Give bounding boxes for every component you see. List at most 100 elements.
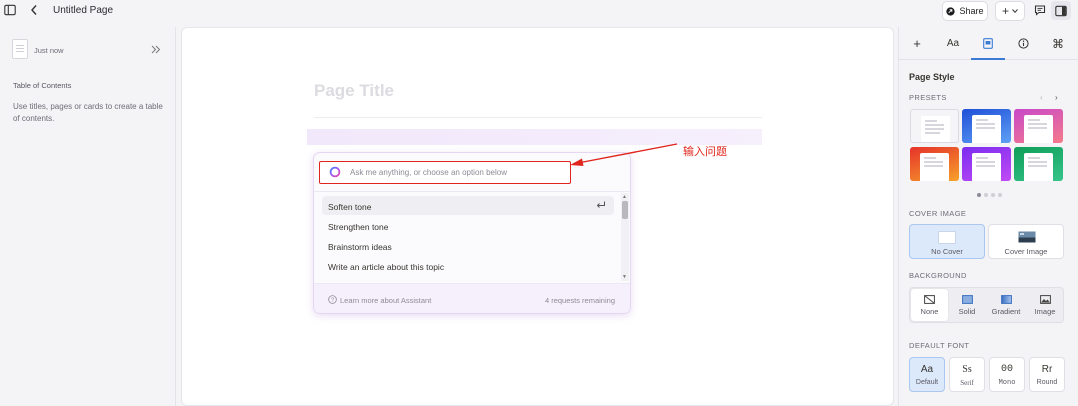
gradient-background-icon	[1000, 294, 1012, 304]
assistant-input-placeholder: Ask me anything, or choose an option bel…	[350, 168, 507, 177]
add-menu-button[interactable]: +	[995, 1, 1025, 21]
background-image[interactable]: Image	[1026, 288, 1064, 322]
tab-insert[interactable]: +	[899, 27, 935, 60]
preset-pink[interactable]	[1014, 109, 1063, 143]
right-panel-toggle-icon[interactable]	[1051, 1, 1071, 20]
font-serif-label: Serif	[960, 379, 974, 387]
font-default-option[interactable]: Aa Default	[909, 357, 945, 392]
last-edited-time: Just now	[34, 46, 64, 55]
no-cover-option[interactable]: No Cover	[909, 224, 985, 259]
background-segmented-control: None Solid Gradient Image	[909, 287, 1064, 323]
font-default-label: Default	[915, 379, 939, 386]
option-label: Write an article about this topic	[328, 262, 445, 272]
background-heading: BACKGROUND	[909, 271, 967, 280]
preset-orange[interactable]	[910, 147, 959, 181]
page-thumbnail[interactable]	[12, 39, 28, 59]
option-soften-tone[interactable]: Soften tone	[322, 196, 614, 215]
background-solid-label: Solid	[958, 306, 976, 316]
plus-label: +	[1001, 4, 1009, 18]
solid-background-icon	[961, 294, 973, 304]
assistant-footer: ? Learn more about Assistant 4 requests …	[314, 283, 630, 313]
scroll-up-icon[interactable]: ▲	[622, 194, 627, 200]
page-title-breadcrumb: Untitled Page	[53, 5, 114, 16]
toc-heading: Table of Contents	[13, 81, 72, 90]
collapse-double-chevron-icon[interactable]	[151, 45, 161, 54]
assistant-input-highlight[interactable]: Ask me anything, or choose an option bel…	[319, 161, 571, 184]
comment-icon[interactable]	[1034, 4, 1046, 16]
tab-info[interactable]	[1005, 27, 1041, 60]
tab-label: Aa	[946, 38, 960, 49]
sidebar-toggle-icon[interactable]	[4, 4, 16, 16]
option-label: Strengthen tone	[328, 222, 389, 232]
learn-more-link[interactable]: Learn more about Assistant	[340, 296, 431, 305]
presets-heading: PRESETS	[909, 93, 947, 102]
prev-chevron-icon[interactable]: ‹	[1040, 93, 1043, 102]
back-chevron-icon[interactable]	[30, 4, 38, 16]
background-image-label: Image	[1034, 306, 1056, 316]
annotation-label: 输入问题	[683, 146, 727, 158]
page-canvas[interactable]: Page Title Ask me anything, or choose an…	[181, 27, 894, 406]
image-background-icon	[1039, 294, 1051, 304]
no-cover-label: No Cover	[931, 247, 963, 256]
background-none[interactable]: None	[911, 289, 948, 321]
next-chevron-icon[interactable]: ›	[1055, 93, 1058, 102]
font-round-glyph: Rr	[1041, 364, 1053, 375]
preset-purple[interactable]	[962, 147, 1011, 181]
font-mono-option[interactable]: 00 Mono	[989, 357, 1025, 392]
preset-page-dots[interactable]	[977, 193, 1002, 197]
preset-green[interactable]	[1014, 147, 1063, 181]
background-gradient[interactable]: Gradient	[986, 288, 1026, 322]
font-serif-glyph: Ss	[962, 364, 972, 375]
font-default-glyph: Aa	[920, 364, 934, 375]
option-label: Soften tone	[328, 202, 372, 212]
options-scrollbar[interactable]: ▲ ▼	[621, 193, 629, 281]
tab-shortcuts[interactable]: ⌘	[1040, 27, 1076, 60]
toc-hint: Use titles, pages or cards to create a t…	[13, 102, 163, 123]
option-write-article[interactable]: Write an article about this topic	[322, 256, 614, 275]
page-title-placeholder[interactable]: Page Title	[314, 81, 394, 101]
font-mono-label: Mono	[998, 379, 1016, 387]
panel-tabs: + Aa ⌘	[899, 27, 1078, 60]
no-cover-icon	[938, 231, 956, 244]
cover-image-label: Cover Image	[1004, 247, 1048, 256]
background-solid[interactable]: Solid	[948, 288, 986, 322]
option-strengthen-tone[interactable]: Strengthen tone	[322, 216, 614, 235]
no-background-icon	[924, 294, 935, 304]
cover-image-option[interactable]: Cover Image	[988, 224, 1064, 259]
assistant-popup: Ask me anything, or choose an option bel…	[313, 152, 631, 314]
tab-text[interactable]: Aa	[935, 27, 971, 60]
font-round-option[interactable]: Rr Round	[1029, 357, 1065, 392]
help-circle-icon: ?	[328, 295, 337, 304]
font-mono-glyph: 00	[1000, 364, 1013, 375]
scroll-down-icon[interactable]: ▼	[622, 274, 627, 280]
default-font-heading: DEFAULT FONT	[909, 341, 970, 350]
right-panel: + Aa ⌘ Page Style PRESETS ‹ › COVER IMAG…	[898, 27, 1078, 406]
share-label: Share	[959, 6, 984, 16]
top-bar: Untitled Page Share +	[0, 0, 1078, 26]
preset-blue[interactable]	[962, 109, 1011, 143]
cover-heading: COVER IMAGE	[909, 209, 967, 218]
tab-label: ⌘	[1052, 36, 1064, 51]
preset-light[interactable]	[910, 109, 959, 143]
title-divider	[314, 117, 762, 118]
share-button[interactable]: Share	[942, 1, 988, 21]
font-serif-option[interactable]: Ss Serif	[949, 357, 985, 392]
scrollbar-thumb[interactable]	[622, 201, 628, 219]
tab-page-style[interactable]	[970, 27, 1006, 60]
option-brainstorm-ideas[interactable]: Brainstorm ideas	[322, 236, 614, 255]
tab-label: +	[913, 36, 921, 51]
enter-return-icon	[596, 201, 606, 209]
requests-remaining: 4 requests remaining	[544, 296, 615, 305]
font-round-label: Round	[1036, 379, 1058, 386]
chevron-down-icon	[1012, 9, 1018, 13]
share-icon	[946, 6, 956, 16]
active-tab-indicator	[971, 58, 1005, 60]
background-none-label: None	[920, 306, 939, 316]
cover-image-icon	[1018, 231, 1036, 243]
page-style-icon	[983, 38, 993, 49]
annotation-arrow	[570, 143, 678, 166]
background-gradient-label: Gradient	[991, 306, 1021, 316]
assistant-ring-icon	[329, 166, 341, 178]
divider	[314, 191, 630, 192]
info-icon	[1017, 38, 1029, 49]
